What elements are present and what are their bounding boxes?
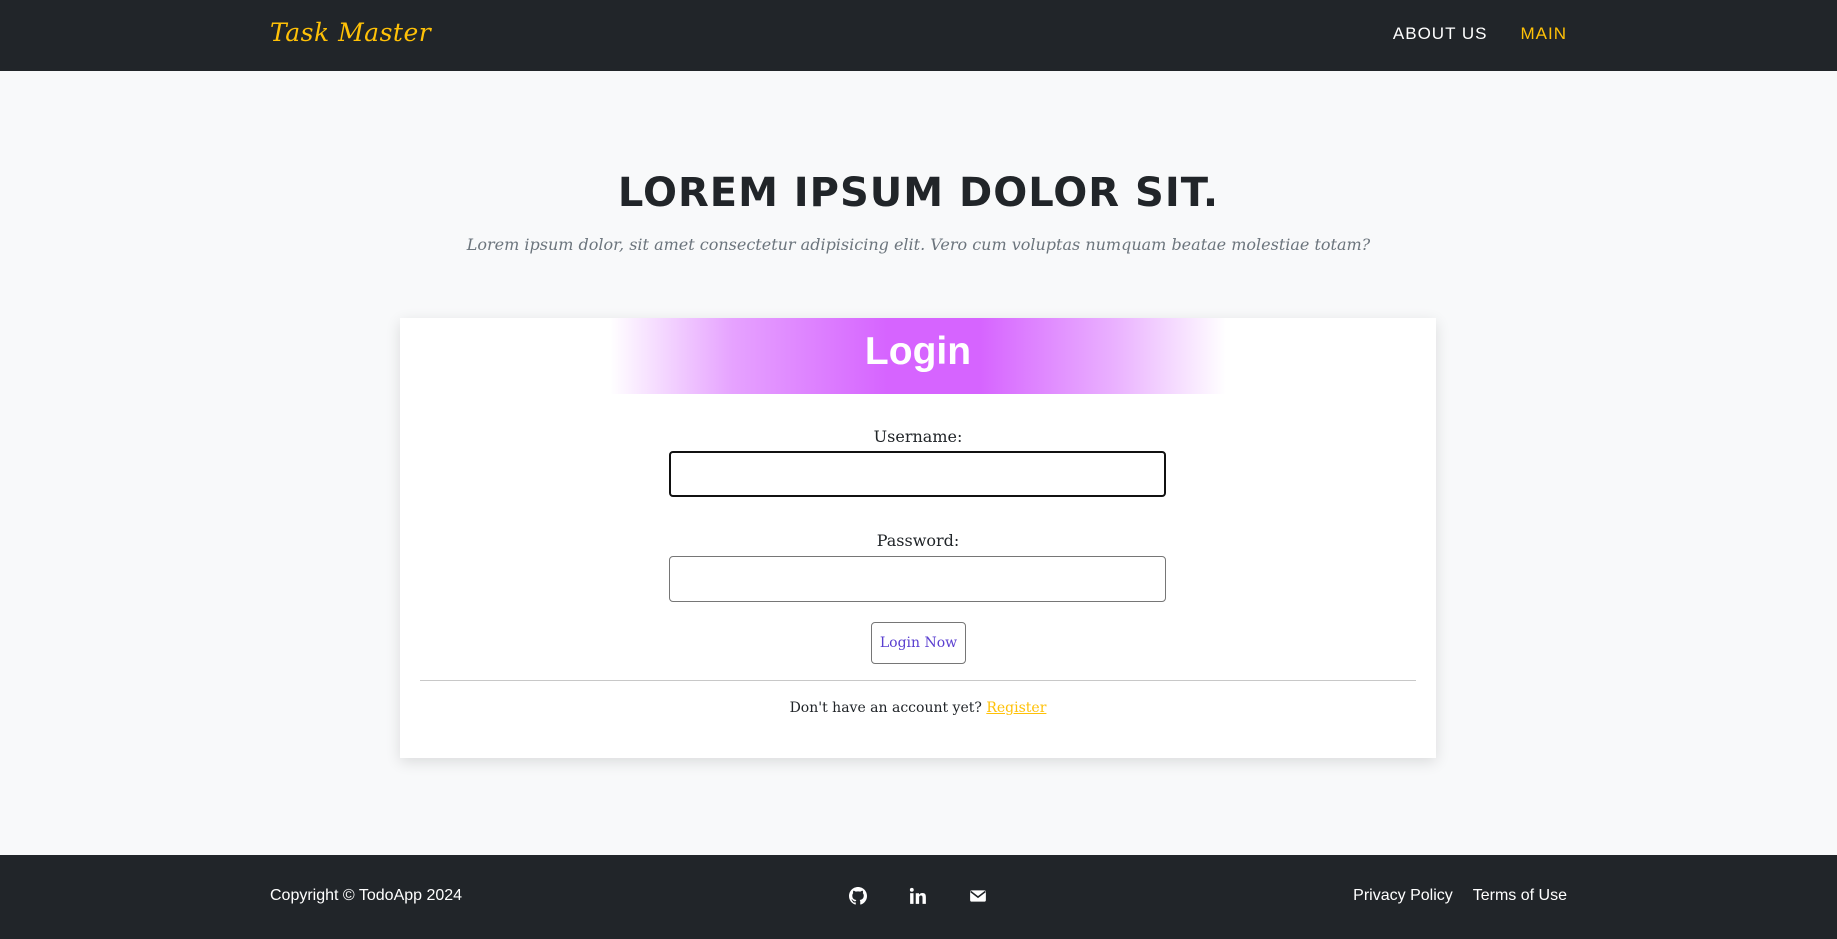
brand-logo[interactable]: Task Master — [270, 18, 431, 47]
privacy-policy-link[interactable]: Privacy Policy — [1353, 887, 1453, 905]
login-card: Login Username: Password: Login Now Don'… — [400, 318, 1436, 758]
linkedin-icon[interactable] — [909, 887, 927, 905]
divider — [420, 680, 1416, 681]
github-icon[interactable] — [849, 887, 867, 905]
navbar: Task Master ABOUT US MAIN — [0, 0, 1837, 71]
footer: Copyright © TodoApp 2024 Privacy Policy … — [0, 855, 1837, 939]
nav-links: ABOUT US MAIN — [1393, 24, 1567, 44]
login-header: Login — [610, 318, 1226, 394]
password-input[interactable] — [669, 556, 1166, 602]
page-title: LOREM IPSUM DOLOR SIT. — [617, 170, 1220, 216]
register-link[interactable]: Register — [986, 700, 1046, 716]
login-now-button[interactable]: Login Now — [871, 622, 966, 664]
username-input[interactable] — [669, 451, 1166, 497]
username-label: Username: — [873, 427, 963, 446]
register-prompt: Don't have an account yet? Register — [400, 700, 1436, 716]
footer-links: Privacy Policy Terms of Use — [1353, 887, 1567, 905]
social-links — [849, 887, 987, 905]
password-label: Password: — [876, 531, 960, 550]
page-subtitle: Lorem ipsum dolor, sit amet consectetur … — [466, 235, 1371, 254]
register-prompt-text: Don't have an account yet? — [789, 700, 982, 716]
envelope-icon[interactable] — [969, 887, 987, 905]
nav-link-main[interactable]: MAIN — [1521, 24, 1568, 44]
nav-link-about-us[interactable]: ABOUT US — [1393, 24, 1488, 44]
copyright-text: Copyright © TodoApp 2024 — [270, 887, 463, 904]
terms-of-use-link[interactable]: Terms of Use — [1473, 887, 1567, 905]
login-title: Login — [864, 330, 972, 373]
